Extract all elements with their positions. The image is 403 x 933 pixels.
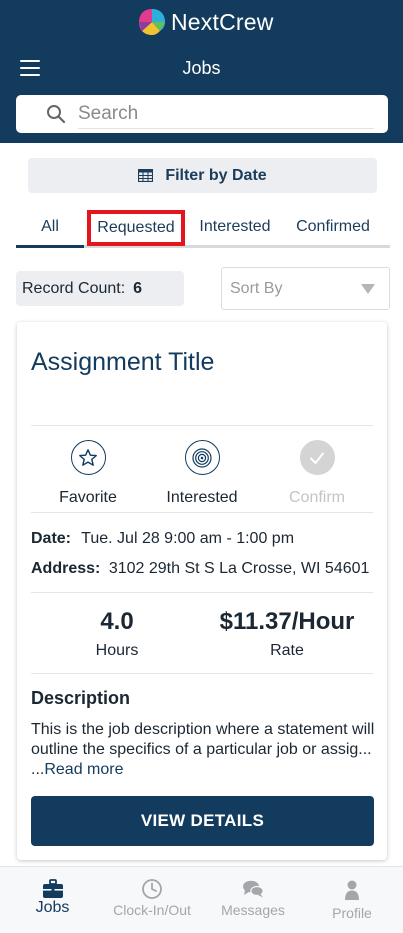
interested-button[interactable]: Interested: [147, 440, 257, 507]
nav-clock-in-out-label: Clock-In/Out: [113, 902, 191, 918]
nav-jobs[interactable]: Jobs: [0, 867, 105, 933]
job-tabs: All Requested Interested Confirmed: [16, 208, 390, 248]
check-icon: [310, 452, 324, 464]
date-label: Date:: [31, 530, 72, 547]
confirm-button[interactable]: Confirm: [262, 440, 372, 507]
record-count-value: 6: [133, 279, 143, 297]
target-icon: [192, 447, 212, 468]
app-header: NextCrew Jobs: [0, 0, 403, 143]
confirm-label: Confirm: [288, 489, 345, 506]
nav-profile-label: Profile: [332, 905, 372, 921]
card-divider: [31, 673, 373, 674]
card-divider: [31, 512, 373, 513]
card-divider: [31, 592, 373, 593]
tab-all[interactable]: All: [16, 208, 84, 248]
sort-by-placeholder: Sort By: [230, 279, 283, 297]
search-bar: [16, 95, 388, 133]
hours-stat: 4.0 Hours: [67, 608, 167, 660]
description-heading: Description: [31, 688, 131, 708]
favorite-label: Favorite: [59, 489, 117, 506]
person-icon: [345, 880, 359, 900]
calendar-icon: [138, 169, 154, 182]
nextcrew-logo-icon: [139, 9, 165, 35]
address-label: Address:: [31, 560, 101, 577]
rate-label: Rate: [270, 642, 304, 659]
nav-messages-label: Messages: [221, 902, 285, 918]
tab-confirmed[interactable]: Confirmed: [287, 208, 379, 246]
app-name: NextCrew: [171, 8, 274, 35]
bottom-nav: Jobs Clock-In/Out Messages Profile: [0, 866, 403, 933]
page-title: Jobs: [182, 58, 221, 78]
date-value: Tue. Jul 28 9:00 am - 1:00 pm: [81, 530, 295, 547]
record-count-label: Record Count:: [22, 279, 126, 297]
rate-stat: $11.37/Hour Rate: [207, 608, 367, 660]
favorite-button[interactable]: Favorite: [33, 440, 143, 507]
sort-by-dropdown[interactable]: Sort By: [221, 267, 390, 310]
app-logo: NextCrew: [137, 6, 274, 38]
view-details-button[interactable]: VIEW DETAILS: [31, 796, 374, 846]
nav-profile[interactable]: Profile: [301, 867, 403, 933]
job-card: Assignment Title Favorite Interested Con…: [17, 322, 387, 860]
tab-interested[interactable]: Interested: [191, 208, 279, 246]
briefcase-icon: [42, 879, 63, 898]
record-count: Record Count: 6: [16, 271, 184, 306]
nav-clock-in-out[interactable]: Clock-In/Out: [100, 867, 204, 933]
address-value: 3102 29th St S La Crosse, WI 54601: [108, 560, 370, 577]
hours-value: 4.0: [100, 608, 134, 635]
nav-messages[interactable]: Messages: [201, 867, 305, 933]
filter-label: Filter by Date: [165, 166, 267, 184]
favorite-circle: [70, 440, 106, 475]
rate-value: $11.37/Hour: [219, 608, 355, 635]
tab-requested[interactable]: Requested: [87, 210, 185, 246]
interested-circle: [184, 440, 220, 475]
star-icon: [79, 448, 97, 466]
search-input[interactable]: [78, 99, 370, 129]
chat-icon: [243, 880, 264, 898]
hours-label: Hours: [95, 642, 139, 659]
assignment-title: Assignment Title: [31, 348, 215, 376]
card-divider: [31, 425, 373, 426]
interested-label: Interested: [166, 489, 238, 506]
description-text: This is the job description where a stat…: [31, 720, 376, 780]
date-row: Date: Tue. Jul 28 9:00 am - 1:00 pm: [31, 530, 294, 548]
caret-down-icon: [361, 284, 375, 294]
confirm-circle: [299, 440, 335, 475]
address-row: Address: 3102 29th St S La Crosse, WI 54…: [31, 560, 369, 578]
search-underline: [78, 128, 374, 129]
search-icon: [47, 105, 66, 124]
read-more-link[interactable]: Read more: [44, 761, 123, 778]
clock-icon: [142, 879, 162, 899]
nav-jobs-label: Jobs: [35, 899, 70, 916]
filter-by-date-button[interactable]: Filter by Date: [28, 158, 377, 193]
